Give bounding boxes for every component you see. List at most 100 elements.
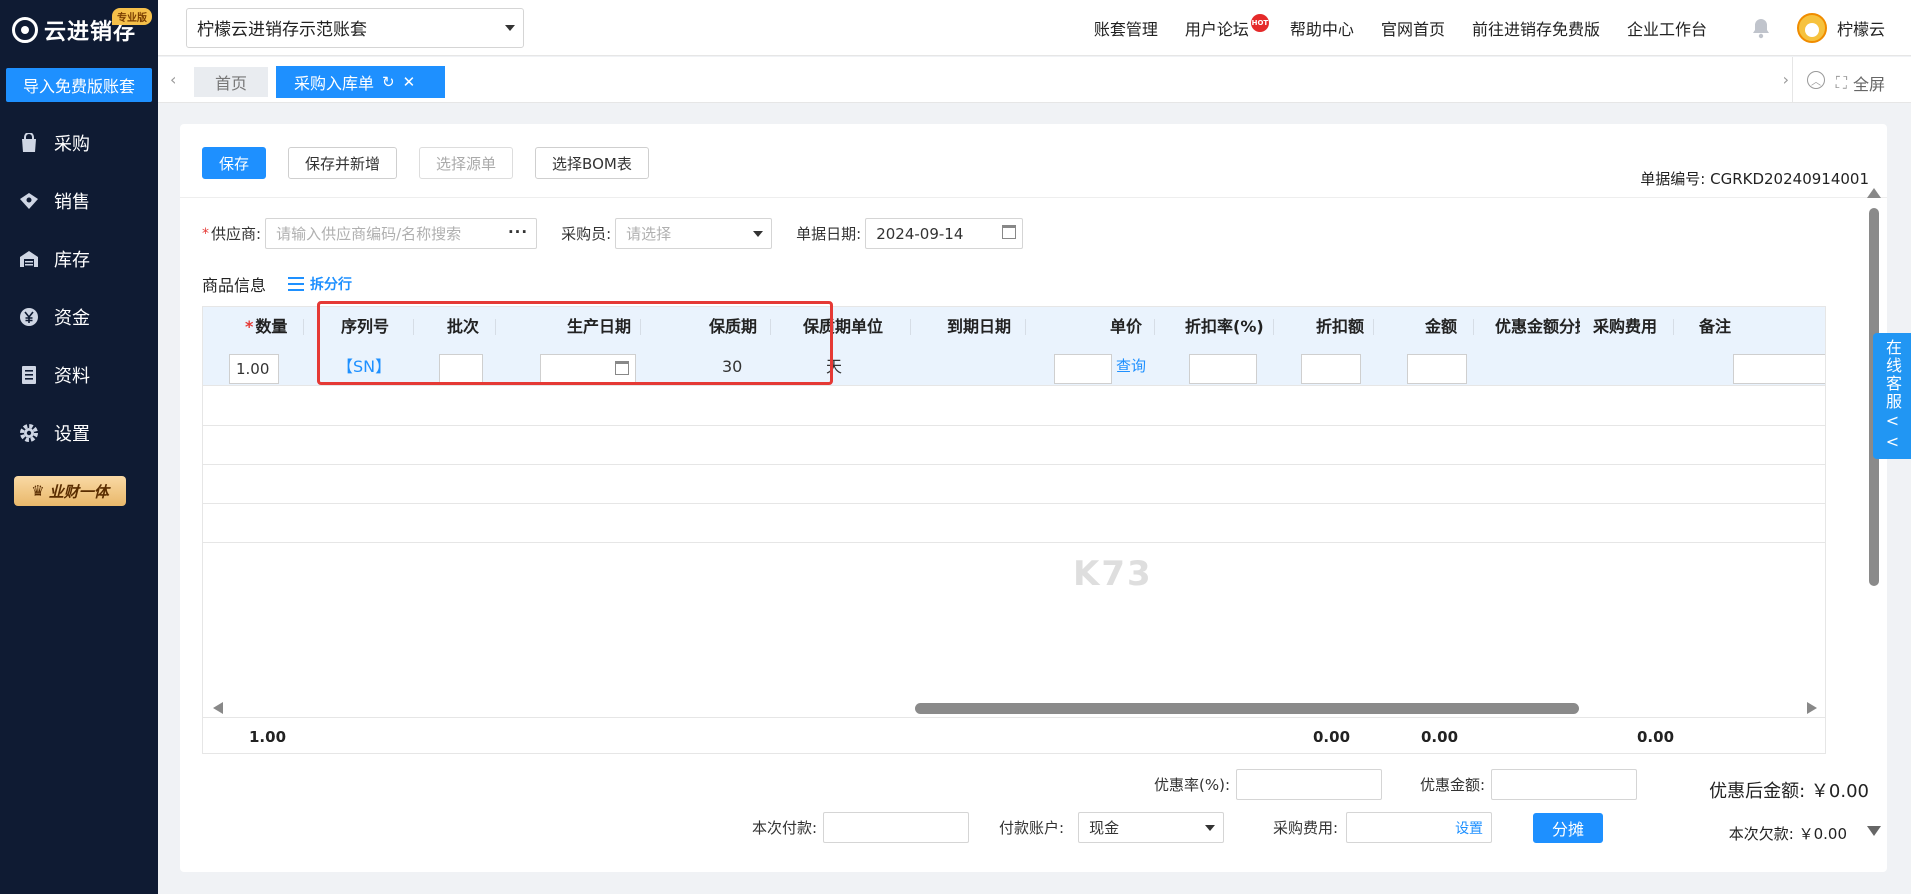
split-row-button[interactable]: 拆分行 [288,274,352,294]
col-discount-allocation: 优惠金额分摊 [1495,317,1580,336]
discount-rate-input[interactable] [1236,769,1383,800]
purchase-fee-field: 采购费用: 设置 [1273,812,1493,843]
select-source-button[interactable]: 选择源单 [419,147,514,179]
calendar-icon[interactable] [1002,225,1017,239]
divider [180,197,1887,198]
link-help-center[interactable]: 帮助中心 [1290,16,1354,40]
fee-setting-link[interactable]: 设置 [1455,818,1483,838]
account-field: 付款账户: 现金 [999,812,1225,843]
link-official-home[interactable]: 官网首页 [1381,16,1445,40]
online-service-button[interactable]: 在线客服<< [1873,333,1911,459]
close-icon[interactable]: ✕ [403,73,416,91]
chevron-left-icon[interactable]: ‹ [170,70,176,89]
tab-purchase-receipt[interactable]: 采购入库单 ↻ ✕ [276,66,445,98]
bag-icon [18,132,40,154]
tab-divider [1792,57,1793,103]
amount-input[interactable] [1407,354,1467,384]
sidebar-item-sales[interactable]: 销售 [0,172,158,230]
link-user-forum-label: 用户论坛 [1184,20,1249,39]
sidebar-item-data[interactable]: 资料 [0,346,158,404]
col-sep [303,319,304,335]
yecai-button[interactable]: ♛ 业财一体 [14,476,126,506]
save-button[interactable]: 保存 [202,147,267,179]
account-select[interactable]: 柠檬云进销存示范账套 [186,7,524,48]
section-goods: 商品信息 拆分行 [202,272,352,296]
collapse-icon[interactable]: ︿ [1807,71,1825,89]
tab-home[interactable]: 首页 [194,67,268,97]
col-remark: 备注 [1699,317,1732,336]
total-amount: 0.00 [1421,728,1459,746]
discount-amount-input[interactable] [1491,769,1638,800]
import-free-account-button[interactable]: 导入免费版账套 [6,68,152,102]
col-unit-price: 单价 [1110,317,1143,336]
supplier-input[interactable]: 请输入供应商编码/名称搜索 ··· [265,218,538,249]
purchase-fee-input[interactable]: 设置 [1346,812,1493,843]
buyer-select[interactable]: 请选择 [615,218,773,249]
remark-input[interactable] [1733,354,1825,384]
scroll-up-icon[interactable] [1867,188,1881,198]
date-input[interactable]: 2024-09-14 [865,218,1024,249]
allocate-button[interactable]: 分摊 [1533,813,1604,843]
scroll-down-icon[interactable] [1867,826,1881,836]
refresh-icon[interactable]: ↻ [382,73,395,91]
sidebar-item-funds[interactable]: 资金 [0,288,158,346]
chevron-right-icon[interactable]: › [1783,70,1789,89]
sidebar-nav: 采购 销售 库存 资金 资料 设置 [0,114,158,462]
user-name[interactable]: 柠檬云 [1837,16,1885,40]
scroll-thumb[interactable] [915,703,1579,714]
payment-input[interactable] [823,812,970,843]
save-and-new-button[interactable]: 保存并新增 [288,147,398,179]
avatar[interactable] [1796,13,1827,43]
fullscreen-icon: ⛶ [1835,73,1847,92]
discount-amount-input[interactable] [1301,354,1361,384]
date-label: 单据日期: [796,225,862,243]
logo-icon [12,17,38,43]
total-discount-amount: 0.00 [1313,728,1351,746]
payment-field-row: 本次付款: [752,812,970,843]
account-select[interactable]: 现金 [1078,812,1225,843]
horizontal-scrollbar[interactable] [203,697,1825,717]
col-sep [1025,319,1026,335]
payment-label: 本次付款: [752,819,818,837]
link-account-management[interactable]: 账套管理 [1094,16,1158,40]
edition-badge: 专业版 [112,8,152,25]
link-user-forum[interactable]: 用户论坛 HOT [1184,14,1269,40]
price-query-link[interactable]: 查询 [1116,347,1146,386]
document-number: 单据编号: CGRKD20240914001 [1640,168,1869,189]
app-logo[interactable]: 云进销存 专业版 [0,0,158,60]
purchase-fee-label: 采购费用: [1273,819,1339,837]
scroll-right-icon[interactable] [1807,702,1817,714]
scroll-left-icon[interactable] [213,702,223,714]
top-header: 柠檬云进销存示范账套 账套管理 用户论坛 HOT 帮助中心 官网首页 前往进销存… [158,0,1911,56]
select-bom-button[interactable]: 选择BOM表 [535,147,649,179]
col-discount-amount: 折扣额 [1316,317,1365,336]
warehouse-icon [18,248,40,270]
sidebar-item-purchase[interactable]: 采购 [0,114,158,172]
date-value: 2024-09-14 [876,224,964,243]
col-sep [1373,319,1374,335]
bell-icon[interactable] [1751,17,1771,39]
unit-price-input[interactable] [1054,354,1112,384]
link-free-edition[interactable]: 前往进销存免费版 [1472,16,1600,40]
sidebar-item-label: 采购 [54,134,90,155]
quantity-input[interactable]: 1.00 [229,354,279,384]
chevron-down-icon [505,24,515,31]
discount-rate-input[interactable] [1189,354,1257,384]
row-divider [203,425,1825,426]
sidebar-item-inventory[interactable]: 库存 [0,230,158,288]
buyer-label: 采购员: [561,225,612,243]
col-quantity: * 数量 [245,307,287,347]
row-divider [203,542,1825,543]
col-sep [1273,319,1274,335]
total-quantity: 1.00 [249,728,287,746]
highlight-box [317,301,833,385]
watermark-logo: K73 [1073,554,1153,594]
sidebar-item-settings[interactable]: 设置 [0,404,158,462]
col-amount: 金额 [1425,317,1458,336]
link-enterprise-workbench[interactable]: 企业工作台 [1627,16,1707,40]
fullscreen-button[interactable]: ⛶ 全屏 [1836,71,1885,95]
more-icon[interactable]: ··· [508,223,528,241]
supplier-label: 供应商: [211,225,262,243]
fullscreen-label: 全屏 [1852,75,1885,94]
col-sep [1473,319,1474,335]
